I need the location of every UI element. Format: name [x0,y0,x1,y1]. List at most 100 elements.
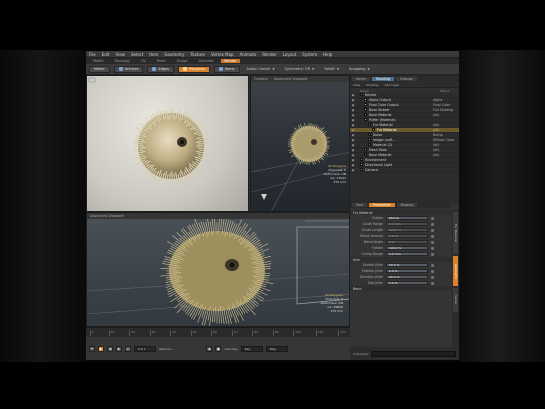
layout-tab-animate[interactable]: Animate [196,59,217,63]
menu-geometry[interactable]: Geometry [164,52,184,57]
record-button[interactable]: ● [215,345,222,352]
shader-toolbar-add-layer[interactable]: Add Layer [384,83,399,87]
menu-view[interactable]: View [115,52,125,57]
shader-tree-item-name: Fur Material [356,128,433,132]
menu-texture[interactable]: Texture [190,52,205,57]
command-input[interactable] [371,350,456,357]
tab-shading[interactable]: Shading [371,76,395,81]
envelope-dot-icon[interactable] [431,275,434,279]
envelope-dot-icon[interactable] [431,240,434,244]
timeline[interactable]: 0 10 20 30 40 50 60 70 80 90 100 110 120 [86,327,350,337]
envelope-dot-icon[interactable] [431,246,434,250]
shader-tree-item-effect: Diffuse Color [433,138,455,142]
action-center-dropdown[interactable]: Action Center ▼ [244,66,278,73]
property-label: Direction Jitter [359,275,383,279]
property-value-field[interactable]: 50.0 % [386,262,428,268]
snapping-dropdown[interactable]: Snapping ▼ [346,66,373,73]
column-effect[interactable]: Effect [440,89,449,93]
vertices-button[interactable]: Vertices [113,65,144,73]
menu-edit[interactable]: Edit [102,52,110,57]
menu-select[interactable]: Select [131,52,143,57]
play-button[interactable]: ▶ [98,345,104,352]
props-tab-properties[interactable]: Properties [368,202,395,207]
shader-tree-item-label: Fur Material [373,123,393,127]
shader-tree-item-effect: Full Shading [433,108,454,112]
property-value-field[interactable]: 20.0 % [386,274,428,280]
layout-tab-render[interactable]: Render [221,59,240,63]
edges-button[interactable]: Edges [147,65,175,73]
preview-options-icon[interactable] [88,77,96,83]
property-value-field[interactable]: 0.0 % [386,268,428,274]
camera-viewport[interactable]: Camera Advanced Viewport All Polygons Cha… [250,75,350,212]
envelope-dot-icon[interactable] [431,269,434,273]
key-icon-button[interactable]: ◆ [206,345,213,352]
mode-button[interactable]: Model [89,65,110,73]
side-tab-vertex[interactable]: Vertex [453,288,458,312]
menu-layout[interactable]: Layout [283,52,297,57]
menu-help[interactable]: Help [323,52,332,57]
props-tab-display[interactable]: Display [396,202,418,207]
side-tab-fur-material[interactable]: Fur Material [453,212,458,254]
key-channels-dropdown[interactable]: Key [240,345,263,352]
menu-render[interactable]: Render [262,52,276,57]
symmetry-dropdown[interactable]: Symmetry: Off ▼ [282,66,318,73]
step-forward-button[interactable]: ▶ [116,345,122,352]
envelope-dot-icon[interactable] [431,263,434,267]
timeline-tick: 60 [211,330,218,336]
column-name[interactable]: Name [360,89,369,93]
property-value-field[interactable]: 0.0 mm [386,221,428,227]
light-gizmo-icon[interactable] [261,194,267,200]
shader-tree-item-name: Environment [356,158,433,162]
items-button[interactable]: Items [213,65,240,73]
shader-tree-row[interactable]: ● Camera [350,168,459,173]
layout-tab-sculpt[interactable]: Sculpt [174,59,191,63]
options-button[interactable]: Options... [159,347,173,351]
main-viewport-title[interactable]: Advanced Viewport [90,214,124,218]
property-value-field[interactable]: (None) [386,215,428,221]
layout-tab-paint[interactable]: Paint [154,59,169,63]
envelope-dot-icon[interactable] [431,216,434,220]
shader-toolbar-shading[interactable]: Shading [366,83,378,87]
tab-items[interactable]: Items [352,76,370,81]
falloff-dropdown[interactable]: Falloff ▼ [321,66,342,73]
envelope-dot-icon[interactable] [431,234,434,238]
main-perspective-viewport[interactable]: Advanced Viewport All Polygons Channels: … [86,212,350,327]
auto-key-toggle[interactable]: Auto Key [224,347,237,351]
tab-groups[interactable]: Groups [396,76,417,81]
property-value-field[interactable]: 100.0 % [386,227,428,233]
step-back-button[interactable]: ◀ [107,345,113,352]
chevron-down-icon: ▼ [367,67,370,71]
current-time-field[interactable]: 0.0 s [134,345,156,352]
menu-vertex-map[interactable]: Vertex Map [211,52,234,57]
go-to-start-button[interactable]: ⏮ [89,345,95,352]
advanced-viewport-tab[interactable]: Advanced Viewport [274,77,308,81]
layout-tab-model[interactable]: Model [90,59,107,63]
render-preview-viewport[interactable] [86,75,249,212]
envelope-dot-icon[interactable] [431,281,434,285]
menu-item[interactable]: Item [149,52,158,57]
menu-system[interactable]: System [302,52,317,57]
property-value-field[interactable]: 0.0 mm [386,251,428,257]
envelope-dot-icon[interactable] [431,228,434,232]
property-value-field[interactable]: 0.0° [386,239,428,245]
side-tab-geometry[interactable]: Geometry [453,256,458,286]
property-value-field[interactable]: 100.0 % [386,245,428,251]
property-value-field[interactable]: 0.0 % [386,233,428,239]
polygons-button[interactable]: Polygons [178,65,210,73]
layout-tab-topology[interactable]: Topology [112,59,133,63]
menu-file[interactable]: File [89,52,96,57]
step-back-icon: ◀ [108,346,112,351]
spike [241,227,252,241]
go-to-end-button[interactable]: ⏭ [125,345,131,352]
menubar: File Edit View Select Item Geometry Texture Ver… [86,51,459,58]
menu-animate[interactable]: Animate [240,52,257,57]
camera-tab[interactable]: Camera [254,77,268,81]
props-tab-tool[interactable]: Tool [352,202,367,207]
layout-tab-uv[interactable]: UV [138,59,149,63]
play-mode-dropdown[interactable]: Play [265,345,288,352]
envelope-dot-icon[interactable] [431,222,434,226]
shader-toolbar-view[interactable]: View [353,83,360,87]
property-value-field[interactable]: 0.0 % [386,280,428,286]
envelope-dot-icon[interactable] [431,252,434,256]
viewport-stat-line: 375 mm [333,180,346,184]
